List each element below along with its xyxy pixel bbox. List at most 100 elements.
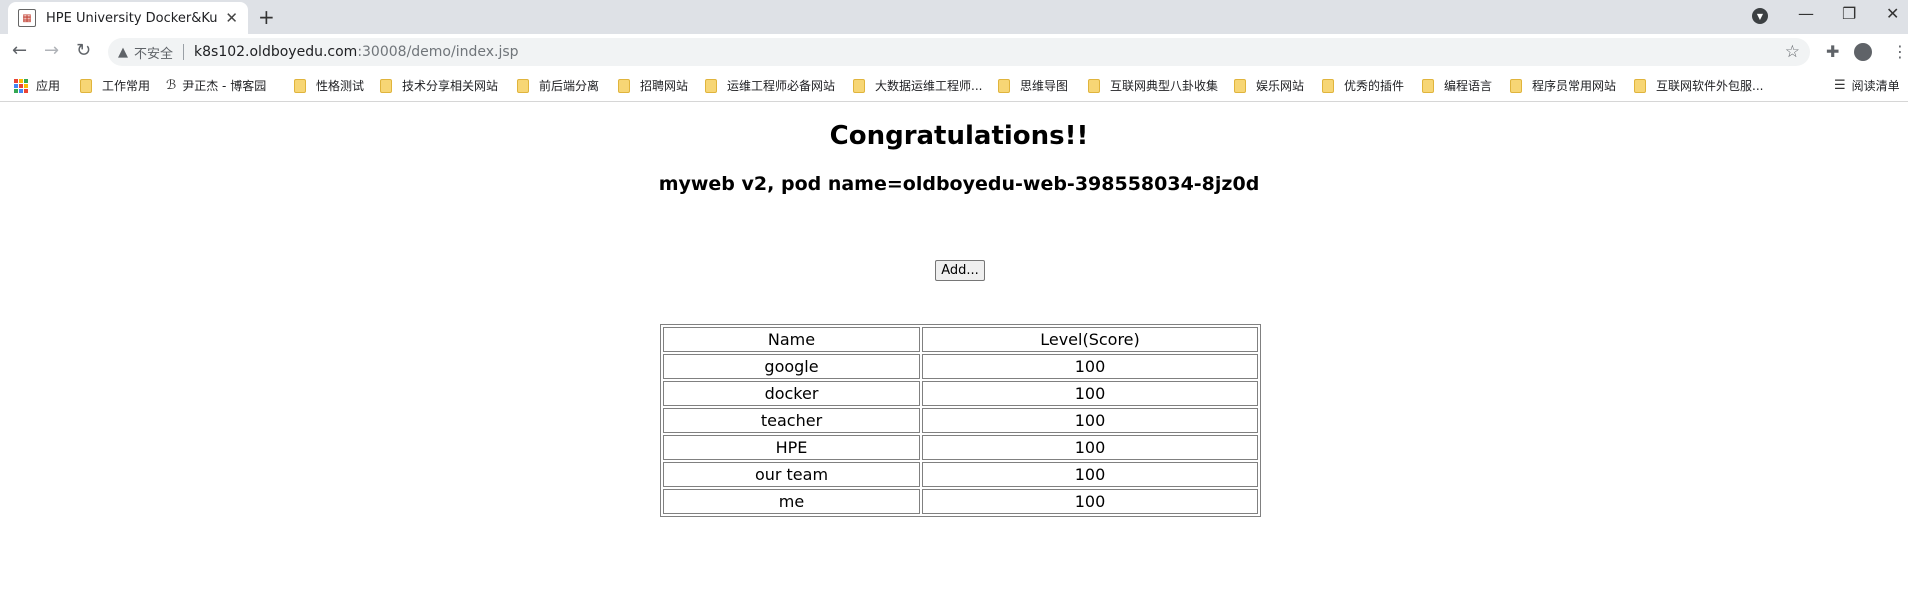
bookmark-folder[interactable]: 运维工程师必备网站 bbox=[705, 77, 835, 94]
bookmarks-bar: 应用 工作常用 ℬ 尹正杰 - 博客园 性格测试 技术分享相关网站 前后端分离 招… bbox=[0, 70, 1908, 102]
folder-icon bbox=[380, 78, 392, 93]
not-secure-label[interactable]: 不安全 bbox=[134, 43, 173, 62]
close-window-icon[interactable]: ✕ bbox=[1886, 4, 1899, 23]
table-row: our team 100 bbox=[663, 462, 1258, 487]
table-row: teacher 100 bbox=[663, 408, 1258, 433]
folder-icon bbox=[517, 78, 529, 93]
cell-name: docker bbox=[663, 381, 920, 406]
tab-title: HPE University Docker&Kubern bbox=[46, 10, 218, 26]
bookmark-folder[interactable]: 娱乐网站 bbox=[1234, 77, 1304, 94]
folder-icon bbox=[705, 78, 717, 93]
bookmark-label: 性格测试 bbox=[316, 79, 365, 93]
address-bar[interactable]: ▲ 不安全 k8s102.oldboyedu.com:30008/demo/in… bbox=[108, 38, 1810, 66]
bookmark-star-icon[interactable]: ☆ bbox=[1785, 42, 1800, 62]
bookmark-label: 思维导图 bbox=[1020, 79, 1069, 93]
tab-close-icon[interactable]: ✕ bbox=[225, 9, 238, 27]
restore-icon[interactable]: ❐ bbox=[1842, 4, 1856, 23]
browser-tab[interactable]: ▦ HPE University Docker&Kubern ✕ bbox=[8, 2, 248, 34]
bookmark-folder[interactable]: 思维导图 bbox=[998, 77, 1068, 94]
bookmark-apps[interactable]: 应用 bbox=[14, 77, 60, 94]
bookmark-folder[interactable]: 互联网典型八卦收集 bbox=[1088, 77, 1218, 94]
url-path[interactable]: :30008/demo/index.jsp bbox=[357, 44, 518, 60]
url-host[interactable]: k8s102.oldboyedu.com bbox=[194, 44, 357, 60]
column-header-name: Name bbox=[663, 327, 920, 352]
bookmark-folder[interactable]: 前后端分离 bbox=[517, 77, 599, 94]
blog-icon: ℬ bbox=[166, 78, 177, 93]
bookmark-folder[interactable]: 互联网软件外包服... bbox=[1634, 77, 1763, 94]
cell-score: 100 bbox=[922, 354, 1258, 379]
bookmark-label: 阅读清单 bbox=[1851, 79, 1900, 93]
minimize-icon[interactable]: — bbox=[1798, 4, 1814, 23]
profile-avatar-icon[interactable] bbox=[1854, 43, 1872, 61]
cell-score: 100 bbox=[922, 435, 1258, 460]
folder-icon bbox=[80, 78, 92, 93]
bookmark-folder[interactable]: 性格测试 bbox=[294, 77, 364, 94]
bookmark-label: 互联网典型八卦收集 bbox=[1110, 79, 1219, 93]
extensions-icon[interactable]: ✚ bbox=[1826, 42, 1839, 61]
bookmark-label: 编程语言 bbox=[1444, 79, 1493, 93]
bookmark-label: 招聘网站 bbox=[640, 79, 689, 93]
bookmark-label: 工作常用 bbox=[102, 79, 151, 93]
bookmark-label: 运维工程师必备网站 bbox=[727, 79, 836, 93]
folder-icon bbox=[618, 78, 630, 93]
bookmark-label: 应用 bbox=[36, 79, 61, 93]
warning-icon[interactable]: ▲ bbox=[118, 45, 128, 60]
folder-icon bbox=[1322, 78, 1334, 93]
cell-score: 100 bbox=[922, 408, 1258, 433]
cell-score: 100 bbox=[922, 489, 1258, 514]
back-icon[interactable]: ← bbox=[12, 41, 27, 61]
cell-name: me bbox=[663, 489, 920, 514]
folder-icon bbox=[294, 78, 306, 93]
cell-score: 100 bbox=[922, 462, 1258, 487]
cell-name: teacher bbox=[663, 408, 920, 433]
bookmark-folder[interactable]: 编程语言 bbox=[1422, 77, 1492, 94]
bookmark-folder[interactable]: 优秀的插件 bbox=[1322, 77, 1404, 94]
column-header-score: Level(Score) bbox=[922, 327, 1258, 352]
cell-name: our team bbox=[663, 462, 920, 487]
tab-search-icon[interactable]: ▼ bbox=[1752, 8, 1768, 24]
reload-icon[interactable]: ↻ bbox=[76, 41, 91, 61]
bookmark-link[interactable]: ℬ 尹正杰 - 博客园 bbox=[166, 77, 266, 94]
bookmark-label: 大数据运维工程师... bbox=[875, 79, 983, 93]
add-button[interactable]: Add... bbox=[935, 260, 985, 281]
bookmark-label: 技术分享相关网站 bbox=[402, 79, 499, 93]
bookmark-folder[interactable]: 大数据运维工程师... bbox=[853, 77, 982, 94]
new-tab-icon[interactable]: + bbox=[258, 7, 275, 27]
reading-list[interactable]: ☰ 阅读清单 bbox=[1834, 77, 1900, 94]
table-row: docker 100 bbox=[663, 381, 1258, 406]
cell-name: HPE bbox=[663, 435, 920, 460]
bookmark-label: 尹正杰 - 博客园 bbox=[182, 79, 267, 93]
omnibox-divider bbox=[183, 44, 185, 60]
bookmark-folder[interactable]: 程序员常用网站 bbox=[1510, 77, 1616, 94]
cell-score: 100 bbox=[922, 381, 1258, 406]
bookmark-label: 互联网软件外包服... bbox=[1656, 79, 1764, 93]
bookmark-label: 程序员常用网站 bbox=[1532, 79, 1617, 93]
apps-icon bbox=[14, 78, 28, 93]
bookmark-label: 优秀的插件 bbox=[1344, 79, 1405, 93]
table-row: google 100 bbox=[663, 354, 1258, 379]
folder-icon bbox=[1234, 78, 1246, 93]
page-content: Congratulations!! myweb v2, pod name=old… bbox=[0, 103, 1908, 603]
cell-name: google bbox=[663, 354, 920, 379]
folder-icon bbox=[998, 78, 1010, 93]
bookmark-folder[interactable]: 技术分享相关网站 bbox=[380, 77, 498, 94]
pod-name-heading: myweb v2, pod name=oldboyedu-web-3985580… bbox=[658, 173, 1260, 195]
folder-icon bbox=[1510, 78, 1522, 93]
folder-icon bbox=[1634, 78, 1646, 93]
bookmark-folder[interactable]: 工作常用 bbox=[80, 77, 150, 94]
tab-strip: ▦ HPE University Docker&Kubern ✕ + ▼ — ❐… bbox=[0, 0, 1908, 34]
folder-icon bbox=[853, 78, 865, 93]
table-row: me 100 bbox=[663, 489, 1258, 514]
menu-icon[interactable]: ⋮ bbox=[1892, 42, 1908, 61]
forward-icon[interactable]: → bbox=[44, 41, 59, 61]
score-table: Name Level(Score) google 100 docker 100 … bbox=[660, 324, 1261, 517]
folder-icon bbox=[1088, 78, 1100, 93]
bookmark-label: 前后端分离 bbox=[539, 79, 600, 93]
page-title: Congratulations!! bbox=[829, 121, 1089, 151]
browser-toolbar: ← → ↻ ▲ 不安全 k8s102.oldboyedu.com:30008/d… bbox=[0, 34, 1908, 70]
bookmark-folder[interactable]: 招聘网站 bbox=[618, 77, 688, 94]
reading-list-icon: ☰ bbox=[1834, 78, 1846, 93]
table-header-row: Name Level(Score) bbox=[663, 327, 1258, 352]
site-favicon-icon: ▦ bbox=[18, 9, 36, 27]
table-row: HPE 100 bbox=[663, 435, 1258, 460]
